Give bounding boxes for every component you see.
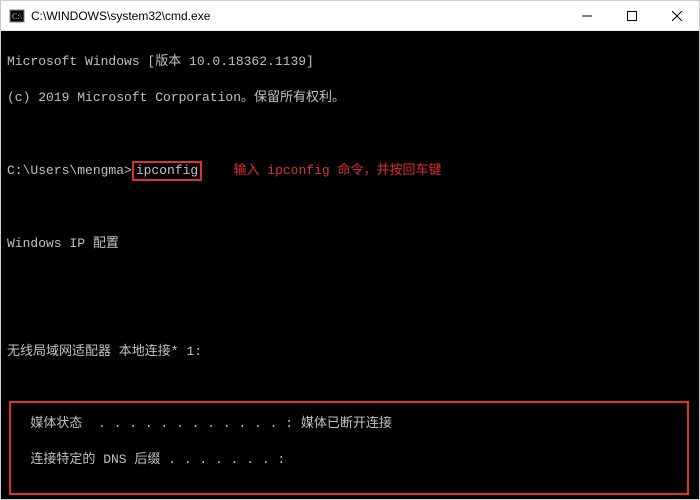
close-button[interactable] [654,1,699,30]
highlight-box-addresses [9,401,689,495]
ipconfig-header: Windows IP 配置 [7,235,693,253]
titlebar[interactable]: C:\ C:\WINDOWS\system32\cmd.exe [1,1,699,31]
terminal-output[interactable]: Microsoft Windows [版本 10.0.18362.1139] (… [1,31,699,499]
window-title: C:\WINDOWS\system32\cmd.exe [31,9,564,23]
svg-text:C:\: C:\ [12,12,23,21]
cmd-window: C:\ C:\WINDOWS\system32\cmd.exe Microsof… [0,0,700,500]
copyright-line: (c) 2019 Microsoft Corporation。保留所有权利。 [7,89,693,107]
cmd-icon: C:\ [9,8,25,24]
minimize-button[interactable] [564,1,609,30]
window-controls [564,1,699,30]
command-ipconfig: ipconfig [132,161,202,181]
adapter1-title: 无线局域网适配器 本地连接* 1: [7,343,693,361]
maximize-button[interactable] [609,1,654,30]
version-line: Microsoft Windows [版本 10.0.18362.1139] [7,53,693,71]
prompt-line-1: C:\Users\mengma>ipconfig 输入 ipconfig 命令，… [7,161,693,181]
prompt-prefix: C:\Users\mengma> [7,163,132,178]
annotation-command: 输入 ipconfig 命令，并按回车键 [233,162,441,180]
